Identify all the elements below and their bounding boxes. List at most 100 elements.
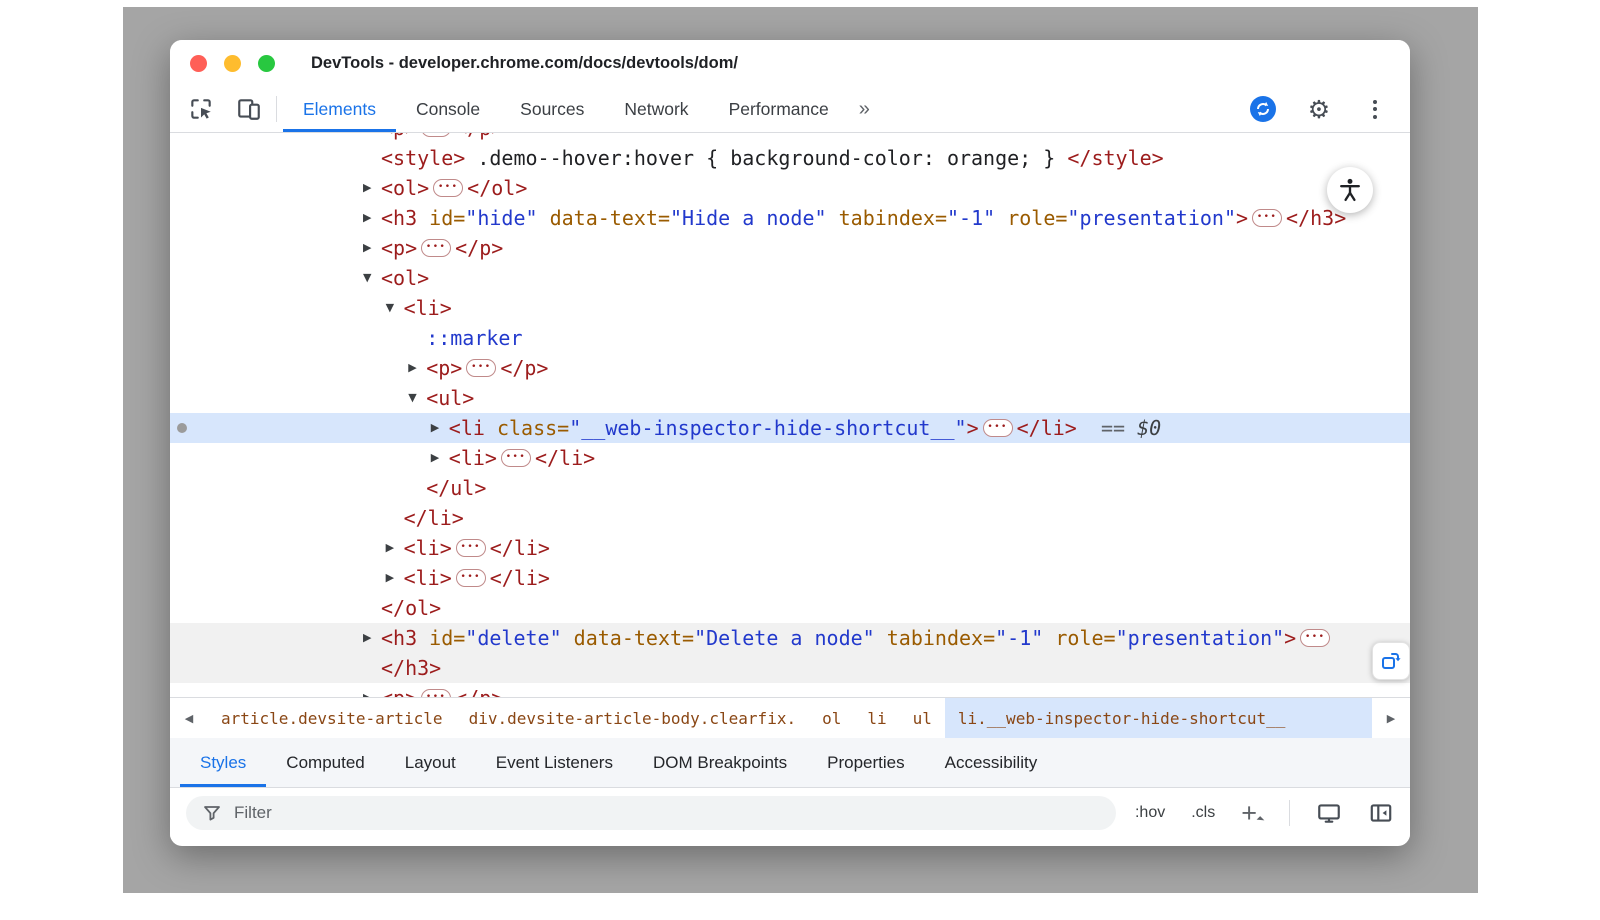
breadcrumb-item[interactable]: li [854,698,899,739]
new-style-rule-button[interactable]: + [1241,802,1263,824]
breadcrumb-scroll-left-button[interactable]: ◀ [170,698,208,739]
code-token-tag: </style> [1067,146,1163,170]
plus-icon: + [1241,802,1257,824]
tab-network[interactable]: Network [604,86,708,132]
sidebar-tab-computed[interactable]: Computed [266,738,384,787]
code-token-tag: </li> [404,506,464,530]
expand-toggle-arrow-icon[interactable]: ▶ [386,563,404,593]
inline-expand-button[interactable]: ••• [1300,629,1330,647]
dom-node-row[interactable]: ▶<h3 id="hide" data-text="Hide a node" t… [170,203,1410,233]
expand-toggle-arrow-icon[interactable]: ▶ [386,533,404,563]
inspect-element-button[interactable] [184,92,218,126]
code-token-tag: </p> [455,686,503,697]
breadcrumb-scroll-right-button[interactable]: ▶ [1372,698,1410,739]
zoom-window-button[interactable] [258,55,275,72]
breadcrumb-items: article.devsite-articlediv.devsite-artic… [208,698,1372,739]
dom-node-row[interactable]: ▶<p>•••</p> [170,233,1410,263]
accessibility-person-icon [1336,176,1364,204]
minimize-window-button[interactable] [224,55,241,72]
rendering-monitor-button[interactable] [1316,800,1342,826]
expand-toggle-arrow-icon[interactable]: ▼ [408,383,426,413]
ellipsis-dots-icon: ••• [471,363,491,372]
code-token-tag: <h3 [381,626,417,650]
inline-expand-button[interactable]: ••• [421,689,451,698]
sidebar-tab-styles[interactable]: Styles [180,738,266,787]
code-token-val: "-1" [995,626,1043,650]
expand-toggle-arrow-icon[interactable]: ▶ [363,173,381,203]
inline-expand-button[interactable]: ••• [466,359,496,377]
close-window-button[interactable] [190,55,207,72]
code-token-tag: </p> [455,133,503,140]
dom-node-row[interactable]: ▶<h3 id="delete" data-text="Delete a nod… [170,623,1410,653]
toggle-classes-button[interactable]: .cls [1191,804,1215,822]
tab-sources[interactable]: Sources [500,86,604,132]
expand-toggle-arrow-icon[interactable]: ▶ [408,353,426,383]
floating-inspect-button[interactable] [1372,642,1410,680]
breadcrumb-item[interactable]: li.__web-inspector-hide-shortcut__ [945,698,1372,739]
tab-performance[interactable]: Performance [709,86,849,132]
ellipsis-dots-icon: ••• [1305,633,1325,642]
inline-expand-button[interactable]: ••• [421,133,451,137]
toolbar-divider [276,96,277,122]
more-tabs-button[interactable]: » [849,98,882,121]
sidebar-tab-event-listeners[interactable]: Event Listeners [476,738,633,787]
settings-button[interactable]: ⚙ [1302,92,1336,126]
inline-expand-button[interactable]: ••• [501,449,531,467]
code-token-tag: </p> [500,356,548,380]
dom-node-row[interactable]: </h3> [170,653,1410,683]
breadcrumb-item[interactable]: div.devsite-article-body.clearfix. [456,698,810,739]
main-menu-button[interactable] [1358,92,1392,126]
dom-node-row[interactable]: ▼<li> [170,293,1410,323]
dom-node-row[interactable]: <style> .demo--hover:hover { background-… [170,143,1410,173]
sidebar-tab-dom-breakpoints[interactable]: DOM Breakpoints [633,738,807,787]
dom-node-row[interactable]: ▶<li>•••</li> [170,533,1410,563]
tab-elements[interactable]: Elements [283,86,396,132]
expand-toggle-arrow-icon[interactable]: ▶ [431,443,449,473]
dom-node-row[interactable]: ▶<li class="__web-inspector-hide-shortcu… [170,413,1410,443]
inline-expand-button[interactable]: ••• [1252,209,1282,227]
expand-toggle-arrow-icon[interactable]: ▶ [363,233,381,263]
dom-node-row[interactable]: ▶<li>•••</li> [170,563,1410,593]
filter-input[interactable]: Filter [186,796,1116,830]
sidebar-tab-properties[interactable]: Properties [807,738,924,787]
sidebar-tab-layout[interactable]: Layout [385,738,476,787]
toggle-sidebar-button[interactable] [1368,800,1394,826]
dom-node-row[interactable]: ▶<p>•••</p> [170,133,1410,143]
code-token-tag: <style> [381,146,465,170]
crumb-tag: li [958,709,977,728]
code-token-text [995,206,1007,230]
breadcrumb-item[interactable]: ul [900,698,945,739]
dom-node-row[interactable]: </ul> [170,473,1410,503]
breadcrumb-item[interactable]: ol [809,698,854,739]
sidebar-tab-accessibility[interactable]: Accessibility [925,738,1058,787]
expand-toggle-arrow-icon[interactable]: ▶ [363,683,381,697]
dom-node-row[interactable]: </li> [170,503,1410,533]
filter-bar-divider [1289,800,1290,826]
expand-toggle-arrow-icon[interactable]: ▶ [363,133,381,143]
inline-expand-button[interactable]: ••• [456,569,486,587]
breadcrumb-item[interactable]: article.devsite-article [208,698,456,739]
expand-toggle-arrow-icon[interactable]: ▼ [386,293,404,323]
accessibility-float-button[interactable] [1327,167,1373,213]
tab-console[interactable]: Console [396,86,500,132]
inline-expand-button[interactable]: ••• [983,419,1013,437]
sync-badge-button[interactable] [1246,92,1280,126]
dom-node-row[interactable]: ▼<ol> [170,263,1410,293]
inline-expand-button[interactable]: ••• [433,179,463,197]
dom-node-row[interactable]: ▶<p>•••</p> [170,683,1410,697]
dom-node-row[interactable]: ▶<li>•••</li> [170,443,1410,473]
dom-node-row[interactable]: ▼<ul> [170,383,1410,413]
expand-toggle-arrow-icon[interactable]: ▶ [363,623,381,653]
dom-node-row[interactable]: ▶<p>•••</p> [170,353,1410,383]
toggle-device-toolbar-button[interactable] [232,92,266,126]
expand-toggle-arrow-icon[interactable]: ▼ [363,263,381,293]
dom-node-row[interactable]: ::marker [170,323,1410,353]
expand-toggle-arrow-icon[interactable]: ▶ [431,413,449,443]
dom-node-row[interactable]: </ol> [170,593,1410,623]
devtools-tabs: ElementsConsoleSourcesNetworkPerformance [283,86,849,132]
inline-expand-button[interactable]: ••• [421,239,451,257]
expand-toggle-arrow-icon[interactable]: ▶ [363,203,381,233]
inline-expand-button[interactable]: ••• [456,539,486,557]
toggle-element-state-button[interactable]: :hov [1135,804,1165,822]
dom-node-row[interactable]: ▶<ol>•••</ol> [170,173,1410,203]
